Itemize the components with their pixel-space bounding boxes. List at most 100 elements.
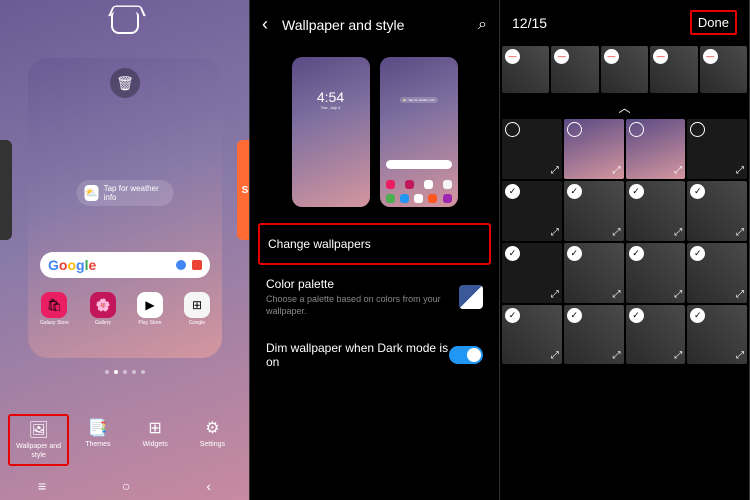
gallery-thumb[interactable]: ✓⤢: [687, 243, 747, 303]
mic-icon[interactable]: [176, 260, 186, 270]
recents-card-peek-left[interactable]: [0, 140, 12, 240]
check-icon[interactable]: ✓: [505, 308, 520, 323]
gallery-thumb[interactable]: ⤢: [564, 119, 624, 179]
expand-icon[interactable]: ⤢: [613, 165, 621, 176]
check-icon[interactable]: ✓: [567, 184, 582, 199]
expand-icon[interactable]: ⤢: [613, 350, 621, 361]
check-icon[interactable]: ✓: [567, 308, 582, 323]
check-icon[interactable]: ✓: [690, 308, 705, 323]
gallery-thumb[interactable]: —: [700, 46, 747, 93]
check-icon[interactable]: ✓: [567, 246, 582, 261]
home-outline-icon[interactable]: [111, 12, 139, 34]
expand-icon[interactable]: ⤢: [551, 289, 559, 300]
check-icon[interactable]: ✓: [505, 246, 520, 261]
expand-icon[interactable]: ⤢: [674, 227, 682, 238]
close-app-button[interactable]: 🗑: [110, 68, 140, 98]
expand-icon[interactable]: ⤢: [674, 165, 682, 176]
home-screen-preview[interactable]: ⛅Tap for weather info: [380, 57, 458, 207]
recents-card-peek-right[interactable]: Sh: [237, 140, 250, 240]
gear-icon: ⚙: [205, 418, 219, 438]
dim-wallpaper-row[interactable]: Dim wallpaper when Dark mode is on: [250, 329, 499, 381]
check-icon[interactable]: ✓: [629, 308, 644, 323]
gallery-row: ✓⤢ ✓⤢ ✓⤢ ✓⤢: [500, 242, 749, 304]
expand-icon[interactable]: ⤢: [613, 227, 621, 238]
google-search-bar[interactable]: Google: [40, 252, 210, 278]
gallery-thumb[interactable]: —: [502, 46, 549, 93]
expand-icon[interactable]: ⤢: [551, 165, 559, 176]
search-icon[interactable]: ⌕: [478, 16, 487, 34]
lock-screen-preview[interactable]: 4:54 Tue, July 4: [292, 57, 370, 207]
remove-badge-icon[interactable]: —: [653, 49, 668, 64]
recents-nav-icon[interactable]: ≡: [38, 478, 46, 494]
remove-badge-icon[interactable]: —: [505, 49, 520, 64]
gallery-thumb[interactable]: ✓⤢: [502, 181, 562, 241]
gallery-thumb[interactable]: ✓⤢: [564, 181, 624, 241]
remove-badge-icon[interactable]: —: [604, 49, 619, 64]
expand-icon[interactable]: ⤢: [736, 165, 744, 176]
weather-widget[interactable]: ⛅ Tap for weather info: [77, 180, 174, 206]
expand-icon[interactable]: ⤢: [736, 227, 744, 238]
picker-header: 12/15 Done: [500, 0, 749, 45]
expand-icon[interactable]: ⤢: [551, 350, 559, 361]
gallery-thumb[interactable]: ✓⤢: [687, 181, 747, 241]
expand-icon[interactable]: ⤢: [674, 289, 682, 300]
recents-card[interactable]: 🗑 ⛅ Tap for weather info Google 🛍Galaxy …: [28, 58, 222, 358]
check-icon[interactable]: ✓: [690, 184, 705, 199]
settings-button[interactable]: ⚙ Settings: [184, 414, 241, 466]
gallery-thumb[interactable]: ✓⤢: [564, 243, 624, 303]
done-button[interactable]: Done: [690, 10, 737, 35]
chevron-up-icon[interactable]: ︿: [500, 97, 749, 118]
expand-icon[interactable]: ⤢: [613, 289, 621, 300]
check-icon[interactable]: ✓: [690, 246, 705, 261]
gallery-thumb[interactable]: ✓⤢: [502, 243, 562, 303]
check-icon[interactable]: ✓: [629, 184, 644, 199]
remove-badge-icon[interactable]: —: [703, 49, 718, 64]
check-icon[interactable]: ✓: [505, 184, 520, 199]
preview-clock: 4:54 Tue, July 4: [292, 89, 370, 110]
expand-icon[interactable]: ⤢: [674, 350, 682, 361]
wallpaper-style-button[interactable]: 🖼 Wallpaper and style: [8, 414, 69, 466]
gallery-thumb[interactable]: ⤢: [687, 119, 747, 179]
gallery-thumb[interactable]: ✓⤢: [626, 243, 686, 303]
check-icon[interactable]: [505, 122, 520, 137]
gallery-thumb[interactable]: —: [601, 46, 648, 93]
page-indicator: [105, 370, 145, 374]
home-nav-icon[interactable]: ○: [122, 478, 130, 494]
check-icon[interactable]: [690, 122, 705, 137]
back-arrow-icon[interactable]: ‹: [262, 14, 268, 35]
gallery-thumb[interactable]: ⤢: [502, 119, 562, 179]
app-play-store[interactable]: ▶Play Store: [137, 292, 163, 326]
lens-icon[interactable]: [192, 260, 202, 270]
gallery-thumb[interactable]: —: [650, 46, 697, 93]
gallery-thumb[interactable]: ✓⤢: [502, 305, 562, 365]
back-nav-icon[interactable]: ‹: [206, 478, 211, 494]
galaxy-store-icon: 🛍: [41, 292, 67, 318]
gallery-thumb[interactable]: ✓⤢: [687, 305, 747, 365]
color-palette-row[interactable]: Color palette Choose a palette based on …: [250, 265, 499, 329]
expand-icon[interactable]: ⤢: [736, 289, 744, 300]
gallery-thumb[interactable]: ⤢: [626, 119, 686, 179]
gallery-row: ⤢ ⤢ ⤢ ⤢: [500, 118, 749, 180]
expand-icon[interactable]: ⤢: [736, 350, 744, 361]
check-icon[interactable]: ✓: [629, 246, 644, 261]
gallery-thumb[interactable]: ✓⤢: [626, 181, 686, 241]
app-galaxy-store[interactable]: 🛍Galaxy Store: [40, 292, 69, 326]
expand-icon[interactable]: ⤢: [551, 227, 559, 238]
themes-button[interactable]: 📑 Themes: [69, 414, 126, 466]
gallery-row: — — — — —: [500, 45, 749, 97]
app-gallery[interactable]: 🌸Gallery: [90, 292, 116, 326]
check-icon[interactable]: [567, 122, 582, 137]
home-options-bar: 🖼 Wallpaper and style 📑 Themes ⊞ Widgets…: [0, 414, 249, 466]
app-google[interactable]: ⊞Google: [184, 292, 210, 326]
remove-badge-icon[interactable]: —: [554, 49, 569, 64]
check-icon[interactable]: [629, 122, 644, 137]
dim-toggle[interactable]: [449, 346, 483, 364]
gallery-thumb[interactable]: ✓⤢: [564, 305, 624, 365]
change-wallpapers-row[interactable]: Change wallpapers: [258, 223, 491, 265]
image-icon: 🖼: [28, 420, 48, 440]
gallery-thumb[interactable]: ✓⤢: [626, 305, 686, 365]
weather-icon: ⛅: [85, 185, 99, 201]
gallery-thumb[interactable]: —: [551, 46, 598, 93]
widgets-button[interactable]: ⊞ Widgets: [127, 414, 184, 466]
play-store-icon: ▶: [137, 292, 163, 318]
